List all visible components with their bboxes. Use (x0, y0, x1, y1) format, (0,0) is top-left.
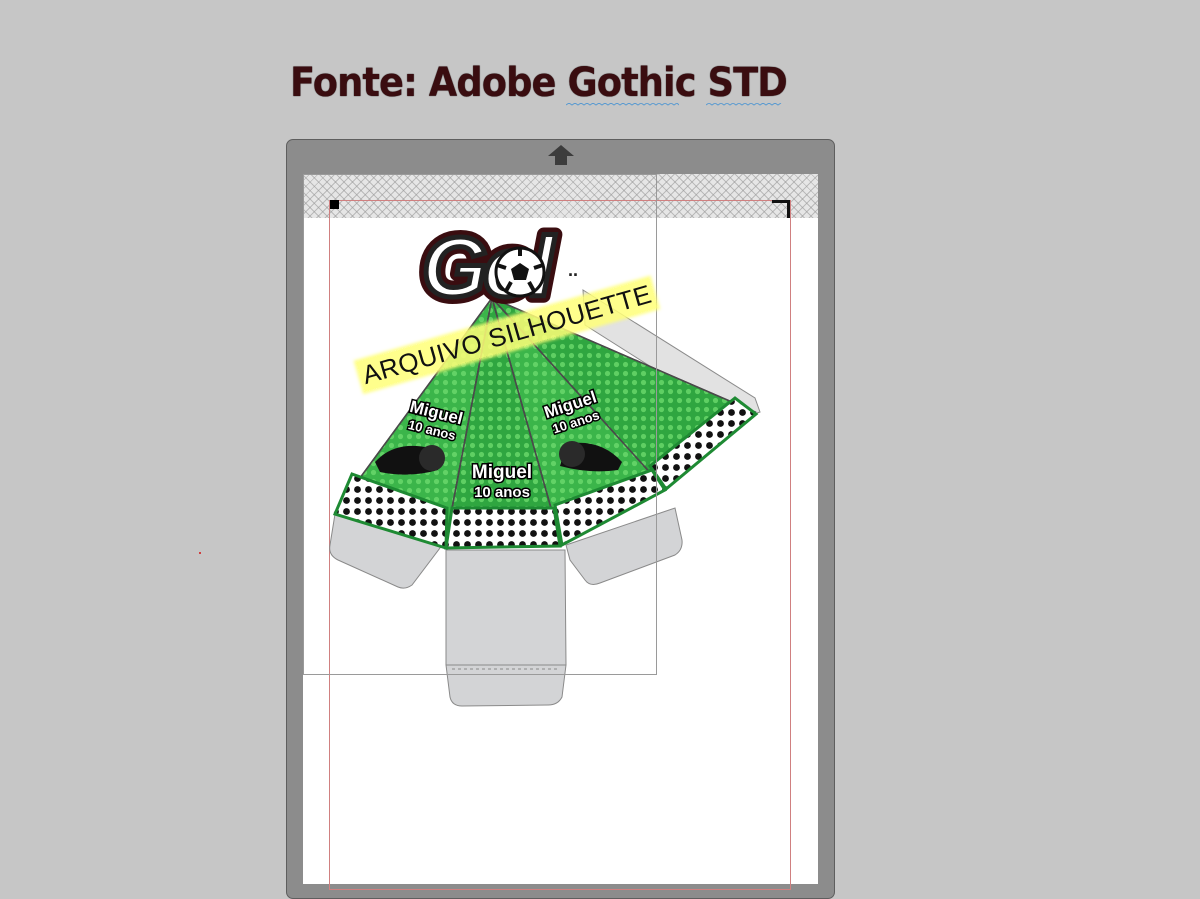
selection-box[interactable] (303, 174, 657, 675)
